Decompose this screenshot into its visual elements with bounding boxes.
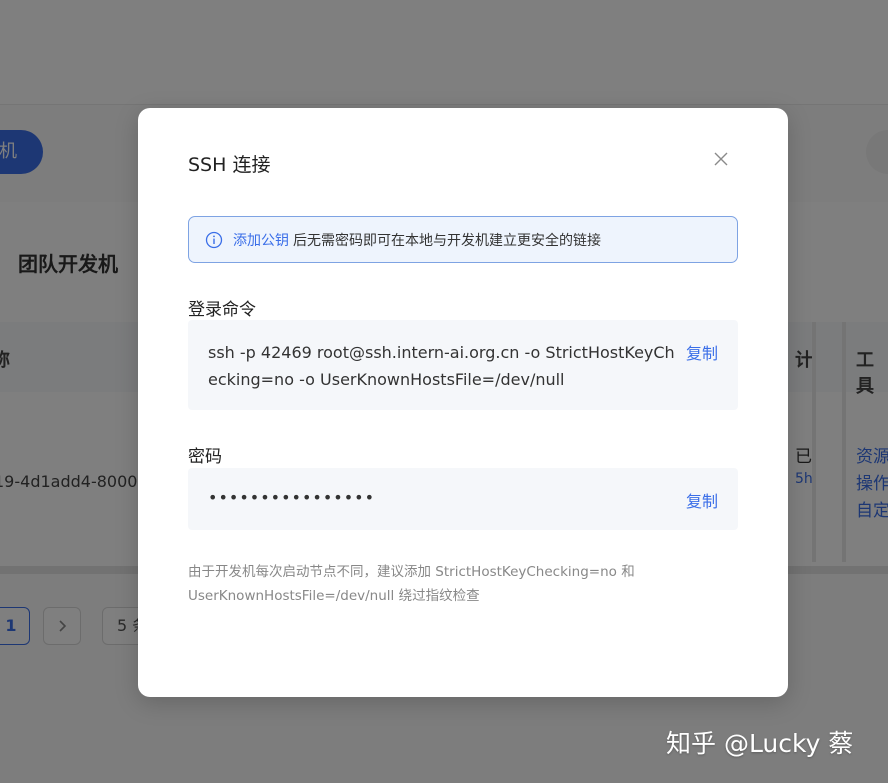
fingerprint-hint: 由于开发机每次启动节点不同，建议添加 StrictHostKeyChecking… [188,564,635,604]
add-public-key-link[interactable]: 添加公钥 [233,230,289,250]
info-icon [205,231,223,248]
close-icon [714,152,728,166]
close-button[interactable] [708,146,734,172]
password-box: •••••••••••••••• 复制 [188,468,738,530]
copy-command-button[interactable]: 复制 [686,340,718,364]
ssh-connection-dialog: SSH 连接 添加公钥 后无需密码即可在本地与开发机建立更安全的链接 登录命令 … [138,108,788,697]
watermark: 知乎 @Lucky 蔡 [666,729,854,758]
login-command-value[interactable]: ssh -p 42469 root@ssh.intern-ai.org.cn -… [208,339,678,393]
dialog-title: SSH 连接 [188,154,271,176]
password-value[interactable]: •••••••••••••••• [208,488,375,507]
info-alert: 添加公钥 后无需密码即可在本地与开发机建立更安全的链接 [188,216,738,263]
copy-password-button[interactable]: 复制 [686,488,718,512]
login-command-label: 登录命令 [188,300,256,320]
login-command-box: ssh -p 42469 root@ssh.intern-ai.org.cn -… [188,320,738,410]
alert-text: 后无需密码即可在本地与开发机建立更安全的链接 [293,232,601,249]
password-label: 密码 [188,447,222,467]
